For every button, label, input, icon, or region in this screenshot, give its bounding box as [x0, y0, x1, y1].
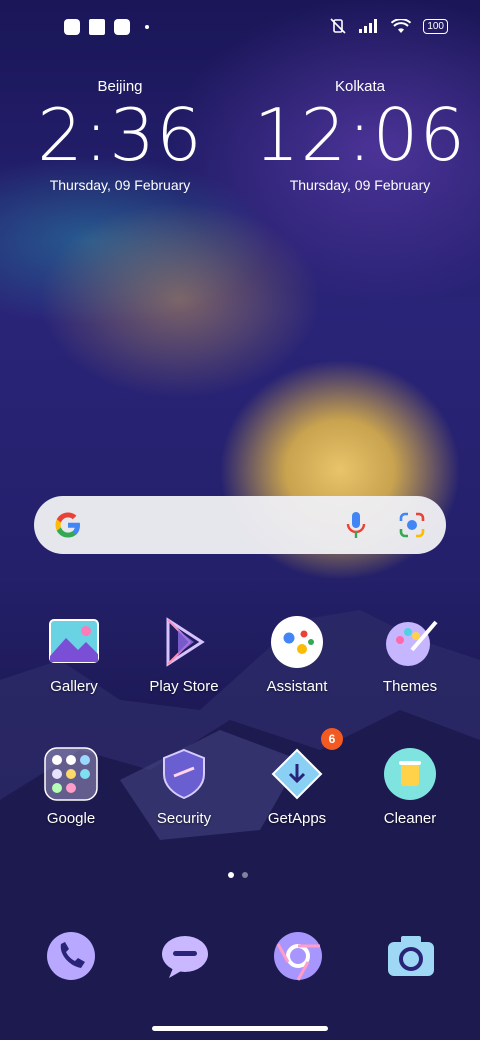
app-assistant[interactable]: Assistant: [242, 614, 352, 695]
app-security[interactable]: Security: [129, 746, 239, 827]
battery-indicator: 100: [423, 18, 448, 34]
app-label: Assistant: [266, 678, 328, 695]
app-label: Themes: [382, 678, 438, 695]
clock-kolkata[interactable]: Kolkata 12:06 Thursday, 09 February: [250, 78, 470, 193]
status-bar: 100: [0, 0, 480, 56]
notification-square-icon: [89, 19, 105, 35]
notification-app-icon: [64, 19, 80, 35]
app-cleaner[interactable]: Cleaner: [355, 746, 465, 827]
lens-camera-icon[interactable]: [398, 511, 426, 539]
app-themes[interactable]: Themes: [355, 614, 465, 695]
app-play-store[interactable]: Play Store: [129, 614, 239, 695]
notification-icons: [64, 19, 149, 35]
page-dot-active: [228, 872, 234, 878]
muted-vibrate-icon: [330, 18, 346, 34]
themes-icon: [382, 614, 438, 670]
more-notifications-dot: [145, 25, 149, 29]
system-icons: 100: [329, 18, 448, 34]
dock-browser[interactable]: [243, 930, 353, 982]
google-search-bar[interactable]: [34, 496, 446, 554]
security-shield-icon: [156, 746, 212, 802]
play-store-icon: [156, 614, 212, 670]
app-label: GetApps: [267, 810, 327, 827]
app-label: Play Store: [149, 678, 219, 695]
getapps-icon: 6: [269, 728, 343, 802]
wifi-icon: [391, 18, 412, 33]
camera-icon: [385, 930, 437, 982]
messages-icon: [159, 930, 211, 982]
clock-time: 12:06: [253, 93, 467, 177]
google-g-icon: [55, 512, 80, 538]
gesture-home-bar[interactable]: [152, 1026, 328, 1031]
phone-icon: [45, 930, 97, 982]
clock-beijing[interactable]: Beijing 2:36 Thursday, 09 February: [10, 78, 230, 193]
app-label: Gallery: [50, 678, 98, 695]
google-folder-icon: [43, 746, 99, 802]
dock-messages[interactable]: [130, 930, 240, 982]
app-label: Cleaner: [383, 810, 437, 827]
dock-camera[interactable]: [356, 930, 466, 982]
notification-badge: 6: [321, 728, 343, 750]
page-indicator: [228, 872, 248, 878]
page-dot: [242, 872, 248, 878]
clock-date: Thursday, 09 February: [289, 177, 431, 193]
notification-app-icon: [114, 19, 130, 35]
clock-date: Thursday, 09 February: [49, 177, 191, 193]
app-label: Security: [156, 810, 212, 827]
microphone-icon[interactable]: [346, 511, 366, 539]
signal-icon: [359, 19, 378, 33]
app-gallery[interactable]: Gallery: [19, 614, 129, 695]
browser-icon: [272, 930, 324, 982]
gallery-icon: [46, 614, 102, 670]
cleaner-icon: [382, 746, 438, 802]
assistant-icon: [269, 614, 325, 670]
app-label: Google: [46, 810, 96, 827]
dock-phone[interactable]: [16, 930, 126, 982]
app-getapps[interactable]: 6 GetApps: [242, 728, 352, 827]
app-folder-google[interactable]: Google: [16, 746, 126, 827]
clock-time: 2:36: [37, 93, 203, 177]
